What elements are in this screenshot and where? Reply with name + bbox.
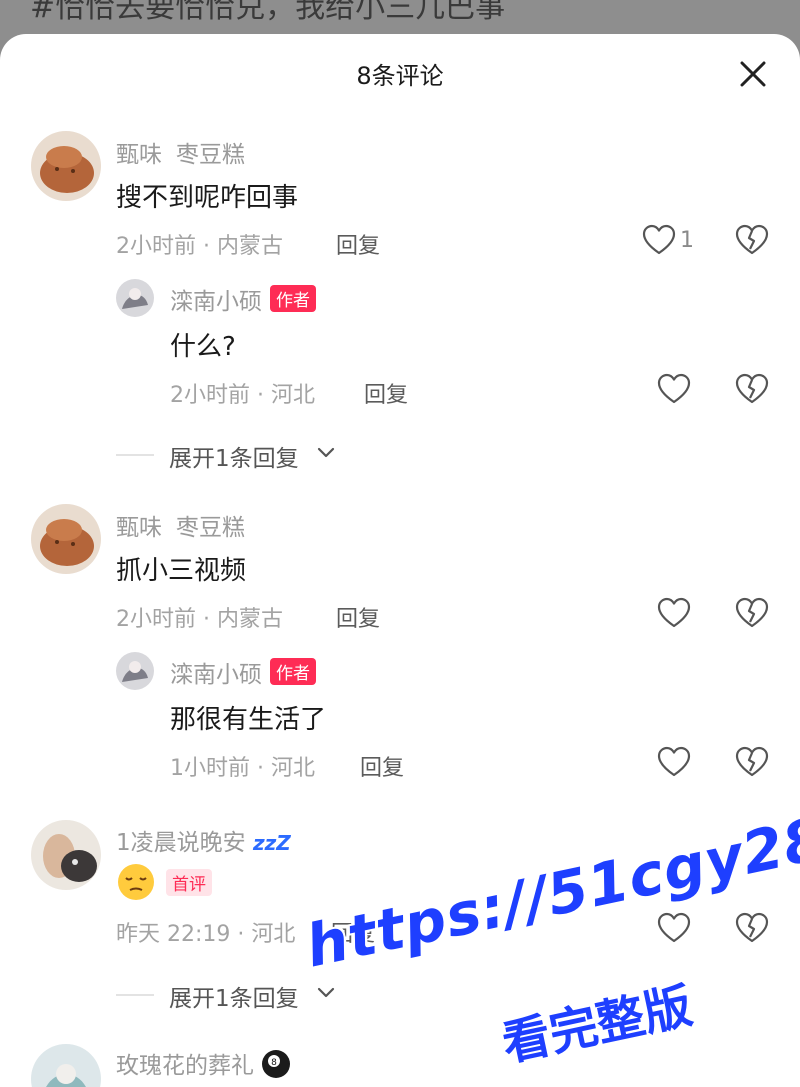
like-button[interactable] bbox=[657, 373, 691, 405]
comments-sheet: 8条评论 甄味 枣豆糕 搜不到呢咋回事 2小时前 · 内蒙古 回复 1 滦南小硕… bbox=[0, 34, 800, 1087]
reply-button[interactable]: 回复 bbox=[364, 377, 408, 409]
comment-username[interactable]: 1凌晨说晚安 zzZ bbox=[116, 823, 291, 857]
comment-username[interactable]: 甄味 枣豆糕 bbox=[116, 135, 245, 169]
reply-text: 那很有生活了 bbox=[170, 705, 327, 735]
comment-text: 搜不到呢咋回事 bbox=[116, 183, 299, 213]
avatar[interactable] bbox=[116, 279, 154, 317]
expand-replies-label: 展开1条回复 bbox=[169, 446, 299, 472]
author-badge: 作者 bbox=[270, 285, 316, 312]
comment-username[interactable]: 玫瑰花的葬礼 8 bbox=[116, 1046, 291, 1085]
like-button[interactable] bbox=[657, 597, 691, 629]
dislike-button[interactable] bbox=[735, 224, 769, 256]
comment-meta: 昨天 22:19 · 河北 bbox=[116, 922, 296, 947]
broken-heart-icon bbox=[735, 224, 769, 255]
reply-username[interactable]: 滦南小硕 作者 bbox=[170, 282, 316, 316]
reply-button[interactable]: 回复 bbox=[336, 601, 380, 633]
dislike-button[interactable] bbox=[735, 597, 769, 629]
background-caption: #恰恰去要恰恰兑，我给小三几巴事 bbox=[30, 0, 506, 25]
reply-button[interactable]: 回复 bbox=[336, 228, 380, 260]
comment-meta: 2小时前 · 内蒙古 bbox=[116, 607, 283, 632]
close-icon bbox=[740, 61, 766, 87]
comment-username[interactable]: 甄味 枣豆糕 bbox=[116, 508, 245, 542]
reply-meta: 1小时前 · 河北 bbox=[170, 756, 315, 781]
avatar[interactable] bbox=[31, 820, 101, 890]
like-button[interactable] bbox=[642, 224, 676, 256]
dislike-button[interactable] bbox=[735, 373, 769, 405]
reply-text: 什么? bbox=[170, 332, 236, 362]
first-comment-badge: 首评 bbox=[166, 869, 212, 896]
heart-icon bbox=[657, 912, 691, 943]
watermark-text: 看完整版 bbox=[497, 977, 697, 1073]
broken-heart-icon bbox=[735, 912, 769, 943]
expand-replies-label: 展开1条回复 bbox=[169, 986, 299, 1012]
8-ball-emoji: 8 bbox=[261, 1049, 291, 1085]
watermark-url: https://51cgy28.com bbox=[300, 770, 800, 981]
heart-icon bbox=[657, 597, 691, 628]
chevron-down-icon bbox=[317, 447, 335, 458]
avatar[interactable] bbox=[31, 504, 101, 574]
close-button[interactable] bbox=[733, 54, 773, 94]
chevron-down-icon bbox=[317, 987, 335, 998]
like-button[interactable] bbox=[657, 746, 691, 778]
avatar[interactable] bbox=[31, 1044, 101, 1087]
reply-button[interactable]: 回复 bbox=[360, 750, 404, 782]
like-count: 1 bbox=[680, 228, 694, 253]
reply-button[interactable]: 回复 bbox=[331, 916, 375, 948]
heart-icon bbox=[657, 746, 691, 777]
svg-text:8: 8 bbox=[271, 1058, 277, 1068]
sleep-zzz-icon: zzZ bbox=[252, 831, 291, 855]
heart-icon bbox=[657, 373, 691, 404]
expand-replies-button[interactable]: 展开1条回复 bbox=[116, 439, 346, 472]
broken-heart-icon bbox=[735, 746, 769, 777]
divider-line bbox=[116, 454, 154, 456]
expand-replies-button[interactable]: 展开1条回复 bbox=[116, 979, 346, 1012]
heart-icon bbox=[642, 224, 676, 255]
like-button[interactable] bbox=[657, 912, 691, 944]
broken-heart-icon bbox=[735, 373, 769, 404]
relieved-face-emoji bbox=[116, 862, 156, 902]
broken-heart-icon bbox=[735, 597, 769, 628]
avatar[interactable] bbox=[31, 131, 101, 201]
comment-meta: 2小时前 · 内蒙古 bbox=[116, 234, 283, 259]
author-badge: 作者 bbox=[270, 658, 316, 685]
reply-username[interactable]: 滦南小硕 作者 bbox=[170, 655, 316, 689]
comment-text: 抓小三视频 bbox=[116, 556, 247, 586]
reply-meta: 2小时前 · 河北 bbox=[170, 383, 315, 408]
dislike-button[interactable] bbox=[735, 746, 769, 778]
avatar[interactable] bbox=[116, 652, 154, 690]
dislike-button[interactable] bbox=[735, 912, 769, 944]
sheet-title: 8条评论 bbox=[356, 62, 444, 90]
divider-line bbox=[116, 994, 154, 996]
